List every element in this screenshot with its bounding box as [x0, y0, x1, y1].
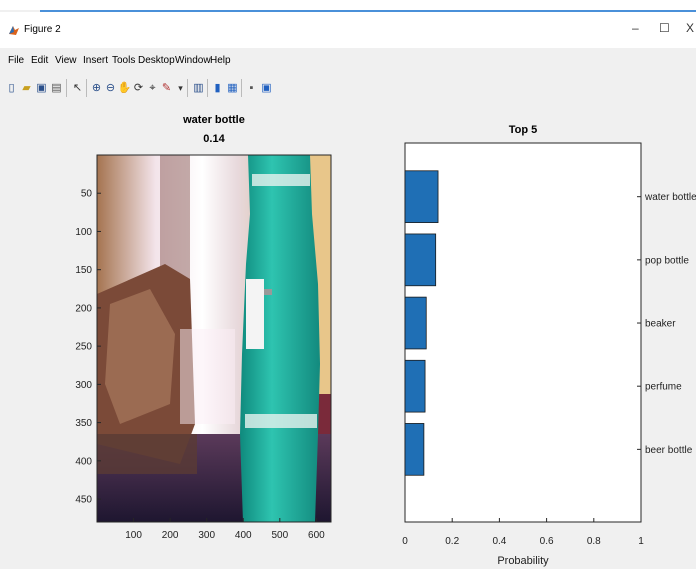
menu-bar: File Edit View Insert Tools Desktop Wind…: [0, 48, 696, 74]
bar: [404, 359, 426, 413]
zoom-in-icon[interactable]: ⊕: [89, 80, 104, 96]
figure-svg: water bottle 0.14 5010015020025030035040…: [75, 114, 696, 567]
image-y-tick-label: 350: [75, 418, 92, 429]
toolbar-separator: [187, 79, 188, 97]
chart-title: Top 5: [509, 124, 538, 136]
print-icon[interactable]: ▤: [49, 80, 64, 96]
window-title: Figure 2: [24, 24, 61, 35]
chart-category-labels: water bottle pop bottle beaker perfume beer …: [637, 192, 696, 456]
image-y-tick-label: 50: [81, 189, 93, 200]
chart-x-tick-label: 1: [638, 536, 644, 547]
bar: [404, 170, 439, 223]
menu-help[interactable]: Help: [210, 55, 231, 66]
chart-category-label: beer bottle: [645, 445, 693, 456]
rotate-3d-icon[interactable]: ⟳: [131, 80, 146, 96]
image-y-tick-label: 150: [75, 265, 92, 276]
open-file-icon[interactable]: ▰: [19, 80, 34, 96]
close-button[interactable]: X: [686, 21, 694, 35]
toolbar-separator: [241, 79, 242, 97]
photo-image: [97, 155, 331, 522]
image-x-tick-label: 400: [235, 530, 252, 541]
pan-icon[interactable]: ✋: [117, 80, 132, 96]
image-x-tick-label: 200: [162, 530, 179, 541]
image-title-line2: 0.14: [203, 133, 225, 145]
image-y-tick-label: 100: [75, 227, 92, 238]
image-x-tick-label: 600: [308, 530, 325, 541]
bar-chart-axes: Top 5 0 0.2 0.4 0.6 0.8 1 water bottle pop bot…: [402, 124, 696, 567]
menu-file[interactable]: File: [8, 55, 24, 66]
new-figure-icon[interactable]: ▯: [4, 80, 19, 96]
data-cursor-icon[interactable]: ⌖: [145, 80, 160, 96]
link-icon[interactable]: ▾: [173, 80, 188, 96]
bar: [404, 233, 437, 287]
title-bar: Figure 2 – ☐ X: [0, 12, 696, 48]
image-x-tick-label: 300: [198, 530, 215, 541]
hide-plot-tools-icon[interactable]: ▪: [244, 80, 259, 96]
image-x-tick-label: 500: [271, 530, 288, 541]
chart-x-tick-label: 0.6: [540, 536, 554, 547]
image-y-tick-label: 400: [75, 456, 92, 467]
image-y-tick-label: 300: [75, 380, 92, 391]
image-y-tick-label: 450: [75, 495, 92, 506]
matlab-icon: [9, 26, 19, 35]
pointer-icon[interactable]: ↖: [70, 80, 85, 96]
maximize-button[interactable]: ☐: [659, 21, 670, 35]
toolbar-separator: [86, 79, 87, 97]
chart-category-label: pop bottle: [645, 255, 689, 266]
bar: [404, 423, 425, 476]
toolbar-separator: [207, 79, 208, 97]
menu-edit[interactable]: Edit: [31, 55, 48, 66]
figure-canvas: water bottle 0.14 50 100 150 200 250 300 350 4: [0, 104, 696, 569]
chart-category-label: water bottle: [644, 192, 696, 203]
bar: [404, 296, 427, 350]
image-y-tick-label: 250: [75, 342, 92, 353]
chart-category-label: perfume: [645, 382, 682, 393]
menu-view[interactable]: View: [55, 55, 77, 66]
chart-plot-area: [404, 142, 642, 523]
toolbar-separator: [66, 79, 67, 97]
insert-legend-icon[interactable]: ▮: [210, 80, 225, 96]
menu-tools[interactable]: Tools: [112, 55, 135, 66]
menu-desktop[interactable]: Desktop: [138, 55, 175, 66]
image-axes: water bottle 0.14 5010015020025030035040…: [75, 114, 332, 541]
image-y-tick-label: 200: [75, 303, 92, 314]
zoom-out-icon[interactable]: ⊖: [103, 80, 118, 96]
chart-x-tick-label: 0.4: [492, 536, 506, 547]
image-title-line1: water bottle: [182, 114, 245, 126]
show-plot-tools-icon[interactable]: ▣: [259, 80, 274, 96]
menu-insert[interactable]: Insert: [83, 55, 108, 66]
chart-x-tick-label: 0.8: [587, 536, 601, 547]
chart-x-label: Probability: [497, 555, 549, 567]
minimize-button[interactable]: –: [632, 21, 639, 35]
insert-colorbar-icon[interactable]: ▥: [191, 80, 206, 96]
brush-icon[interactable]: ✎: [159, 80, 174, 96]
show-plot-browser-icon[interactable]: ▦: [225, 80, 240, 96]
chart-category-label: beaker: [645, 319, 676, 330]
chart-x-tick-label: 0.2: [445, 536, 459, 547]
save-icon[interactable]: ▣: [34, 80, 49, 96]
window-top-strip: [0, 0, 696, 10]
menu-window[interactable]: Window: [175, 55, 211, 66]
image-x-tick-label: 100: [125, 530, 142, 541]
chart-x-tick-label: 0: [402, 536, 408, 547]
toolbar: ▯ ▰ ▣ ▤ ↖ ⊕ ⊖ ✋ ⟳ ⌖ ✎ ▾ ▥ ▮ ▦ ▪ ▣: [0, 74, 696, 104]
